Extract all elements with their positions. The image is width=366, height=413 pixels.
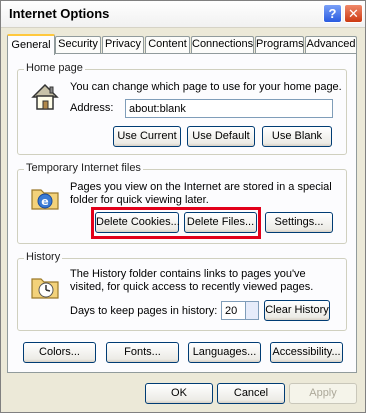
days-spinner[interactable]: [245, 301, 259, 320]
history-description: The History folder contains links to pag…: [70, 268, 314, 293]
use-blank-button[interactable]: Use Blank: [262, 126, 332, 147]
tab-general[interactable]: General: [7, 34, 55, 55]
tab-security[interactable]: Security: [55, 36, 101, 53]
colors-button[interactable]: Colors...: [23, 342, 96, 363]
svg-text:e: e: [41, 195, 48, 208]
tab-content[interactable]: Content: [145, 36, 190, 53]
tab-programs[interactable]: Programs: [255, 36, 304, 53]
title-bar[interactable]: Internet Options ? ✕: [1, 1, 365, 28]
cancel-button[interactable]: Cancel: [217, 383, 285, 404]
use-current-button[interactable]: Use Current: [113, 126, 181, 147]
history-folder-icon: [31, 278, 59, 299]
languages-button[interactable]: Languages...: [188, 342, 261, 363]
address-label: Address:: [70, 102, 114, 114]
home-page-description: You can change which page to use for you…: [70, 81, 342, 93]
folder-ie-icon: e: [31, 189, 59, 210]
clear-history-button[interactable]: Clear History: [264, 300, 330, 321]
address-input[interactable]: [125, 99, 333, 118]
internet-options-dialog: Internet Options ? ✕ General Security Pr…: [0, 0, 366, 413]
fonts-button[interactable]: Fonts...: [106, 342, 179, 363]
tab-advanced[interactable]: Advanced: [305, 36, 357, 53]
use-default-button[interactable]: Use Default: [187, 126, 255, 147]
tab-privacy[interactable]: Privacy: [102, 36, 144, 53]
history-legend: History: [24, 251, 63, 263]
temp-files-description: Pages you view on the Internet are store…: [70, 181, 332, 206]
home-page-legend: Home page: [24, 62, 85, 74]
delete-buttons-highlight: [91, 207, 261, 239]
days-to-keep-label: Days to keep pages in history:: [70, 305, 218, 317]
apply-button[interactable]: Apply: [289, 383, 357, 404]
accessibility-button[interactable]: Accessibility...: [270, 342, 343, 363]
close-button[interactable]: ✕: [344, 4, 363, 23]
ok-button[interactable]: OK: [145, 383, 213, 404]
tab-connections[interactable]: Connections: [191, 36, 254, 53]
window-title: Internet Options: [9, 6, 110, 21]
settings-button[interactable]: Settings...: [265, 212, 333, 233]
help-button[interactable]: ?: [323, 4, 342, 23]
days-to-keep-input[interactable]: [221, 301, 246, 320]
house-icon: [31, 83, 59, 110]
temp-files-legend: Temporary Internet files: [24, 162, 143, 174]
